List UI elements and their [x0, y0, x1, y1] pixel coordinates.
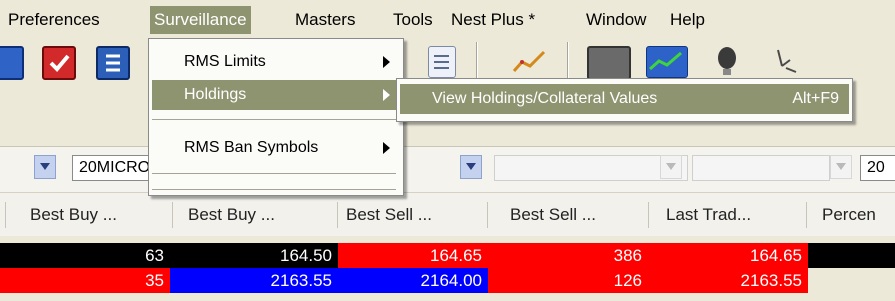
cell-best-buy-price: 164.50	[170, 243, 338, 268]
disabled-dropdown-button	[660, 155, 682, 179]
menu-separator	[152, 189, 396, 190]
surveillance-menu: RMS Limits Holdings RMS Ban Symbols	[148, 38, 404, 196]
column-separator	[337, 202, 338, 228]
chart-green-icon[interactable]	[646, 46, 688, 78]
disabled-field-2	[692, 155, 830, 181]
filter-dropdown-button-2[interactable]	[460, 155, 482, 179]
cell-best-buy-price: 2163.55	[170, 268, 338, 293]
wand-icon[interactable]	[772, 46, 802, 76]
submenu-arrow-icon	[383, 56, 390, 68]
column-header-best-buy-price[interactable]: Best Buy ...	[188, 193, 338, 236]
window-icon[interactable]	[587, 46, 631, 80]
filter-dropdown-button[interactable]	[34, 155, 56, 179]
column-separator	[806, 202, 807, 228]
submenu-arrow-icon	[383, 89, 390, 101]
column-header-best-sell-price[interactable]: Best Sell ...	[346, 193, 486, 236]
cell-best-sell-qty: 126	[488, 268, 648, 293]
menu-item-label: View Holdings/Collateral Values	[432, 90, 658, 107]
column-header-best-buy-qty[interactable]: Best Buy ...	[30, 193, 170, 236]
cell-best-buy-qty: 35	[0, 268, 170, 293]
cell-percent	[808, 243, 895, 268]
column-separator	[172, 202, 173, 228]
red-check-icon[interactable]	[42, 46, 76, 80]
filter-row: 20MICRONS 20	[0, 147, 895, 193]
bell-icon[interactable]	[714, 46, 740, 76]
cell-best-sell-price: 164.65	[338, 243, 488, 268]
menu-help[interactable]: Help	[666, 6, 709, 34]
market-watch-grid: 63 164.50 164.65 386 164.65 35 2163.55 2…	[0, 236, 895, 301]
right-field[interactable]: 20	[860, 155, 895, 181]
column-separator	[648, 202, 649, 228]
menu-bar: Preferences Surveillance Masters Tools N…	[0, 0, 895, 38]
export-icon[interactable]	[96, 46, 130, 80]
document-icon[interactable]	[428, 46, 456, 78]
menu-separator	[152, 173, 396, 174]
menu-tools[interactable]: Tools	[389, 6, 437, 34]
menu-item-rms-ban-symbols[interactable]: RMS Ban Symbols	[152, 133, 400, 163]
column-separator	[5, 202, 6, 228]
menu-surveillance[interactable]: Surveillance	[150, 6, 251, 34]
menu-item-view-holdings[interactable]: View Holdings/Collateral Values Alt+F9	[400, 84, 849, 114]
column-header-last-traded[interactable]: Last Trad...	[666, 193, 801, 236]
cell-last-traded: 164.65	[648, 243, 808, 268]
column-header-best-sell-qty[interactable]: Best Sell ...	[510, 193, 640, 236]
menu-item-label: RMS Ban Symbols	[184, 139, 319, 156]
menu-masters[interactable]: Masters	[291, 6, 359, 34]
menu-separator	[152, 119, 396, 120]
cell-best-sell-qty: 386	[488, 243, 648, 268]
chart-icon[interactable]	[510, 46, 550, 76]
cell-percent	[808, 268, 895, 293]
cell-last-traded: 2163.55	[648, 268, 808, 293]
column-header-percent[interactable]: Percen	[822, 193, 895, 236]
cell-best-sell-price: 2164.00	[338, 268, 488, 293]
disabled-field	[494, 155, 688, 181]
menu-preferences[interactable]: Preferences	[4, 6, 104, 34]
disabled-dropdown-button-2	[830, 155, 852, 179]
menu-nest-plus[interactable]: Nest Plus *	[447, 6, 539, 34]
menu-window[interactable]: Window	[582, 6, 650, 34]
menu-item-rms-limits[interactable]: RMS Limits	[152, 47, 400, 77]
holdings-submenu: View Holdings/Collateral Values Alt+F9	[396, 78, 853, 122]
symbol-field[interactable]: 20MICRONS	[72, 155, 152, 181]
submenu-arrow-icon	[383, 142, 390, 154]
table-row[interactable]: 63 164.50 164.65 386 164.65	[0, 243, 895, 268]
menu-item-shortcut: Alt+F9	[792, 90, 839, 107]
menu-item-label: RMS Limits	[184, 53, 266, 70]
table-row[interactable]: 35 2163.55 2164.00 126 2163.55	[0, 268, 895, 293]
monitor-icon[interactable]	[0, 46, 24, 80]
menu-item-holdings[interactable]: Holdings	[152, 80, 400, 110]
panel-divider	[0, 136, 895, 147]
grid-header: Best Buy ... Best Buy ... Best Sell ... …	[0, 193, 895, 237]
cell-best-buy-qty: 63	[0, 243, 170, 268]
column-separator	[487, 202, 488, 228]
menu-item-label: Holdings	[184, 86, 247, 103]
